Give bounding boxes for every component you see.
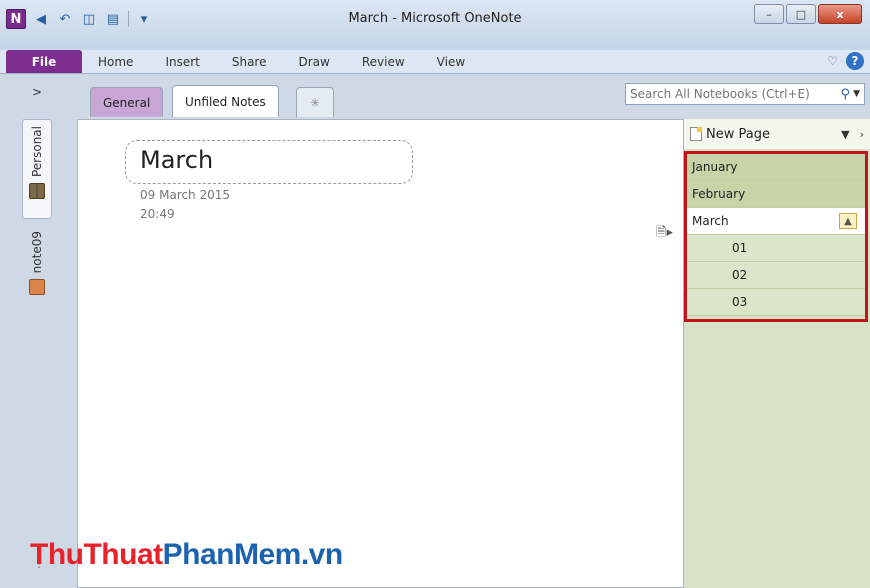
search-box[interactable]: ⚲ ▼ (625, 83, 865, 105)
expand-ribbon-icon[interactable]: ♡ (827, 54, 838, 68)
tab-share[interactable]: Share (216, 50, 283, 73)
minimize-button[interactable]: – (754, 4, 784, 24)
page-title[interactable]: March (140, 146, 213, 174)
page-tab-february[interactable]: February (687, 181, 865, 208)
watermark-part-1: ThuThuat (30, 538, 163, 571)
page-canvas[interactable]: March 09 March 2015 20:49 🗎▸ (77, 119, 684, 588)
tab-view[interactable]: View (421, 50, 481, 73)
section-tab-general[interactable]: General (90, 87, 164, 117)
section-tab-bar: > General Unfiled Notes ✳ ⚲ ▼ (0, 75, 870, 119)
notebook-personal[interactable]: Personal (22, 119, 52, 219)
page-tabs-pane: New Page ▼ › January February March ▲ 01… (684, 119, 870, 588)
help-icon[interactable]: ? (846, 52, 864, 70)
pane-controls: ▼ › (841, 128, 864, 141)
expand-navigation-button[interactable]: > (28, 83, 46, 101)
file-tab[interactable]: File (6, 50, 82, 73)
notebook-note09[interactable]: note09 (22, 225, 52, 305)
ribbon-tabs: File Home Insert Share Draw Review View … (0, 50, 870, 74)
new-page-dropdown-icon[interactable]: ▼ (841, 128, 849, 141)
window-controls: – □ x (754, 4, 862, 24)
search-input[interactable] (630, 87, 839, 101)
subpage-tab-03[interactable]: 03 (687, 289, 865, 316)
close-button[interactable]: x (818, 4, 862, 24)
closed-notebook-icon (29, 279, 45, 296)
new-page-label: New Page (706, 126, 770, 142)
open-notebook-icon (29, 183, 45, 200)
page-date: 09 March 2015 (140, 188, 231, 202)
notebook-rail: Personal note09 ⋮ (0, 119, 72, 588)
page-tab-january[interactable]: January (687, 154, 865, 181)
collapse-pane-icon[interactable]: › (860, 128, 864, 141)
title-bar: N ◀ ↶ ◫ ▤ ▾ March - Microsoft OneNote – … (0, 0, 870, 50)
tab-insert[interactable]: Insert (149, 50, 215, 73)
watermark: ThuThuatPhanMem.vn (30, 538, 343, 572)
ribbon-right-controls: ♡ ? (827, 52, 864, 70)
page-time: 20:49 (140, 207, 175, 221)
subpage-tab-02[interactable]: 02 (687, 262, 865, 289)
subpage-tab-01[interactable]: 01 (687, 235, 865, 262)
new-page-icon (690, 127, 702, 141)
page-tab-label: March (692, 214, 729, 228)
window-title: March - Microsoft OneNote (348, 11, 522, 26)
insert-page-icon[interactable]: 🗎▸ (656, 223, 673, 245)
new-page-button[interactable]: New Page ▼ › (684, 119, 870, 149)
tab-draw[interactable]: Draw (283, 50, 346, 73)
tab-review[interactable]: Review (346, 50, 421, 73)
collapse-subpages-icon[interactable]: ▲ (839, 213, 857, 229)
page-list: January February March ▲ 01 02 03 (684, 151, 868, 322)
notebook-label: note09 (30, 231, 44, 274)
search-scope-dropdown-icon[interactable]: ▼ (853, 89, 860, 99)
notebook-label: Personal (30, 126, 44, 178)
page-tab-march[interactable]: March ▲ (687, 208, 865, 235)
new-section-tab[interactable]: ✳ (296, 87, 334, 117)
section-tab-unfiled-notes[interactable]: Unfiled Notes (172, 85, 279, 117)
tab-home[interactable]: Home (82, 50, 149, 73)
watermark-part-2: PhanMem.vn (162, 538, 344, 571)
search-icon[interactable]: ⚲ (841, 87, 851, 102)
maximize-button[interactable]: □ (786, 4, 816, 24)
